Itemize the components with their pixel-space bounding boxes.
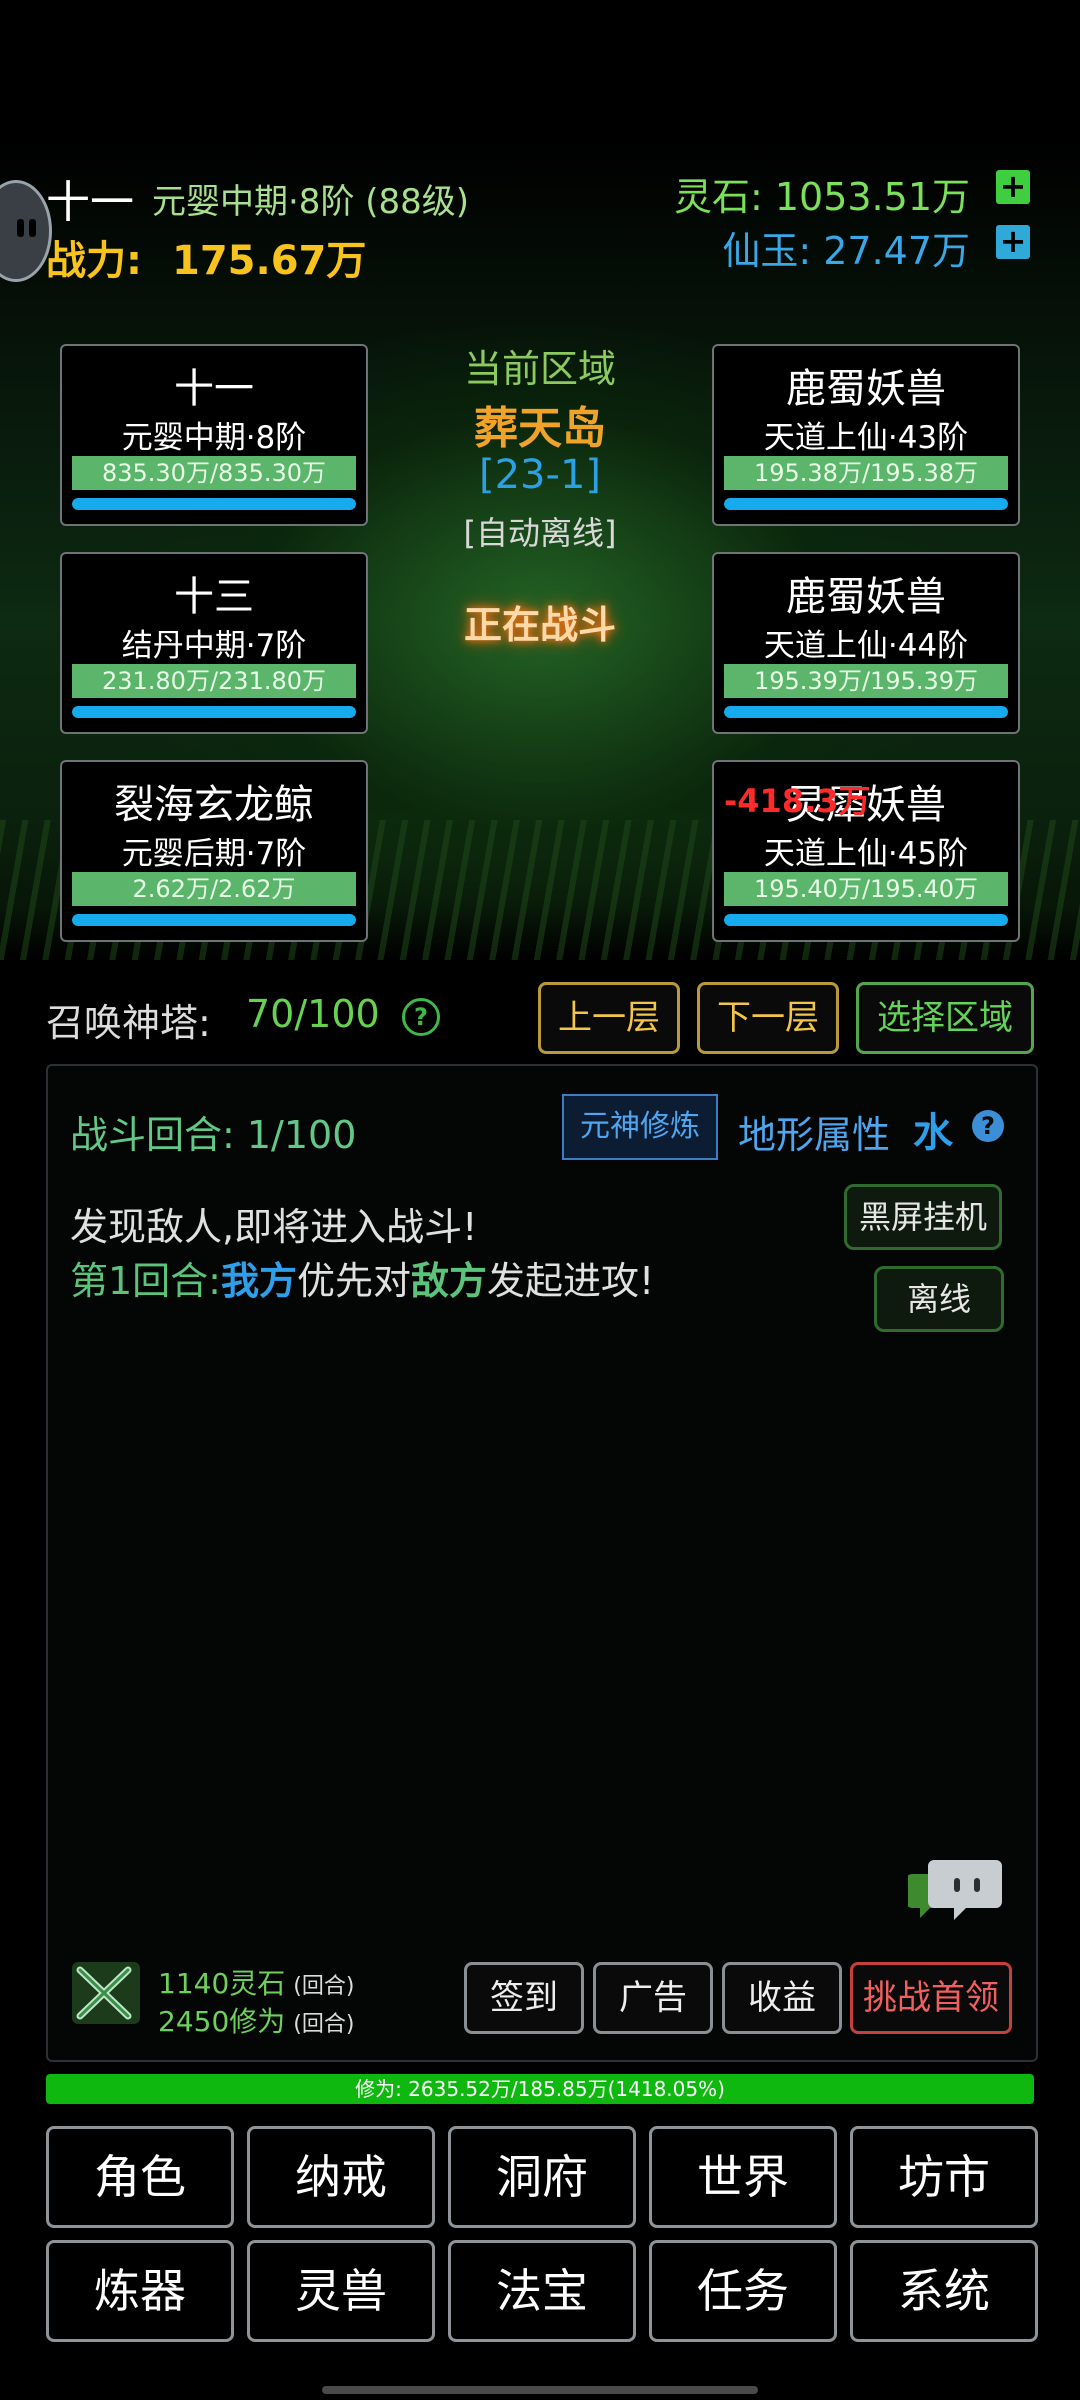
log-text: 优先对: [297, 1259, 412, 1303]
menu-quest-button[interactable]: 任务: [649, 2240, 837, 2342]
menu-cave-button[interactable]: 洞府: [448, 2126, 636, 2228]
unit-name: 裂海玄龙鲸: [114, 782, 314, 828]
enemy-card[interactable]: 鹿蜀妖兽 天道上仙·43阶 195.38万/195.38万: [712, 344, 1020, 526]
terrain-value: 水: [913, 1110, 953, 1156]
menu-treasure-button[interactable]: 法宝: [448, 2240, 636, 2342]
damage-popup: -418.3万: [724, 782, 871, 820]
xiuwei-per-round: 2450修为 (回合): [158, 2005, 355, 2038]
power-label: 战力:: [46, 238, 142, 284]
menu-pet-button[interactable]: 灵兽: [247, 2240, 435, 2342]
log-line: 第1回合:我方优先对敌方发起进攻!: [70, 1250, 654, 1305]
ad-button[interactable]: 广告: [593, 1962, 713, 2034]
prev-floor-button[interactable]: 上一层: [538, 982, 680, 1054]
menu-ring-button[interactable]: 纳戒: [247, 2126, 435, 2228]
log-enemy-side: 敌方: [411, 1259, 488, 1303]
tower-progress: 70/100: [246, 992, 380, 1036]
menu-world-button[interactable]: 世界: [649, 2126, 837, 2228]
add-xianyu-button[interactable]: +: [996, 225, 1030, 259]
xiuwei-progress-bar: 修为: 2635.52万/185.85万(1418.05%): [46, 2074, 1034, 2104]
chat-icon[interactable]: [908, 1856, 1004, 1934]
unit-mana-bar: [72, 914, 356, 926]
log-text: 发起进攻!: [487, 1259, 655, 1303]
challenge-boss-button[interactable]: 挑战首领: [850, 1962, 1012, 2034]
unit-name: 鹿蜀妖兽: [786, 366, 946, 412]
enemy-card[interactable]: 灵犀妖兽 天道上仙·45阶 195.40万/195.40万 -418.3万: [712, 760, 1020, 942]
black-screen-idle-button[interactable]: 黑屏挂机: [844, 1184, 1002, 1250]
enemy-card[interactable]: 鹿蜀妖兽 天道上仙·44阶 195.39万/195.39万: [712, 552, 1020, 734]
log-line: 发现敌人,即将进入战斗!: [70, 1205, 478, 1249]
select-zone-button[interactable]: 选择区域: [856, 982, 1034, 1054]
unit-rank: 天道上仙·44阶: [763, 628, 969, 664]
player-realm: 元婴中期·8阶 (88级): [152, 182, 470, 222]
terrain-label: 地形属性: [738, 1113, 891, 1157]
power-value: 175.67万: [172, 238, 367, 284]
unit-rank: 元婴后期·7阶: [121, 836, 307, 872]
unit-mana-bar: [724, 914, 1008, 926]
menu-forge-button[interactable]: 炼器: [46, 2240, 234, 2342]
income-button[interactable]: 收益: [722, 1962, 842, 2034]
menu-character-button[interactable]: 角色: [46, 2126, 234, 2228]
offline-button[interactable]: 离线: [874, 1266, 1004, 1332]
unit-hp: 195.39万/195.39万: [724, 664, 1008, 698]
unit-mana-bar: [724, 706, 1008, 718]
unit-mana-bar: [724, 498, 1008, 510]
next-floor-button[interactable]: 下一层: [697, 982, 839, 1054]
menu-system-button[interactable]: 系统: [850, 2240, 1038, 2342]
unit-rank: 天道上仙·45阶: [763, 836, 969, 872]
unit-hp: 2.62万/2.62万: [72, 872, 356, 906]
tower-label: 召唤神塔:: [46, 1001, 211, 1045]
xianyu-balance: 仙玉: 27.47万: [722, 229, 970, 273]
battle-round: 战斗回合: 1/100: [70, 1113, 357, 1157]
lingshi-balance: 灵石: 1053.51万: [673, 175, 970, 219]
unit-mana-bar: [72, 706, 356, 718]
yuanshen-training-button[interactable]: 元神修炼: [562, 1094, 718, 1160]
log-our-side: 我方: [220, 1259, 297, 1303]
signin-button[interactable]: 签到: [464, 1962, 584, 2034]
unit-hp: 195.38万/195.38万: [724, 456, 1008, 490]
ally-card[interactable]: 裂海玄龙鲸 元婴后期·7阶 2.62万/2.62万: [60, 760, 368, 942]
log-round-prefix: 第1回合:: [70, 1259, 221, 1303]
unit-hp: 195.40万/195.40万: [724, 872, 1008, 906]
crossed-swords-icon: [72, 1962, 140, 2024]
home-indicator[interactable]: [322, 2386, 758, 2394]
player-name: 十一: [46, 177, 134, 228]
unit-hp: 231.80万/231.80万: [72, 664, 356, 698]
menu-market-button[interactable]: 坊市: [850, 2126, 1038, 2228]
unit-name: 鹿蜀妖兽: [786, 574, 946, 620]
tower-help-icon[interactable]: ?: [402, 998, 440, 1036]
lingshi-per-round: 1140灵石 (回合): [158, 1967, 355, 2000]
add-lingshi-button[interactable]: +: [996, 170, 1030, 204]
terrain-help-icon[interactable]: ?: [972, 1110, 1004, 1142]
unit-rank: 天道上仙·43阶: [763, 420, 969, 456]
